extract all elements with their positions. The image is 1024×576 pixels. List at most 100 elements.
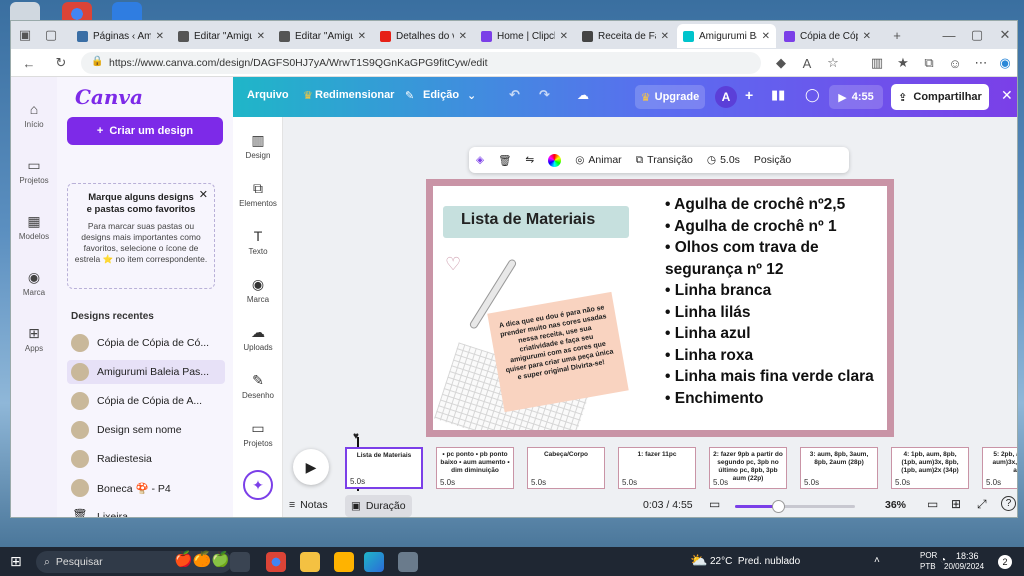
store-icon[interactable] (334, 552, 354, 572)
notification-badge[interactable]: 2 (998, 555, 1012, 569)
timeline-play-button[interactable]: ▶ (293, 449, 329, 485)
recent-design-item[interactable]: Radiestesia (67, 447, 225, 471)
magic-assistant-icon[interactable]: ✦ (243, 470, 273, 500)
flip-icon[interactable]: ⇋ (518, 154, 541, 166)
tab-close-icon[interactable]: ✕ (358, 31, 366, 42)
tool-projects[interactable]: ▭ Projetos (233, 421, 283, 448)
tab-close-icon[interactable]: ✕ (257, 31, 265, 42)
window-menu-icon[interactable]: ▣ (15, 25, 35, 45)
clock-date[interactable]: 20/09/2024 (944, 562, 984, 571)
share-button[interactable]: ⇪ Compartilhar (891, 84, 989, 110)
edge-icon[interactable] (364, 552, 384, 572)
browser-tab[interactable]: Amigurumi Balei ✕ (677, 24, 776, 48)
page-thumbnail[interactable]: 3: aum, 8pb, 3aum, 8pb, 2aum (28p) 5.0s (800, 447, 878, 489)
page-thumbnail[interactable]: Lista de Materiais 5.0s (345, 447, 423, 489)
tab-actions-icon[interactable]: ▢ (41, 25, 61, 45)
lang-top[interactable]: POR (920, 551, 937, 560)
position-button[interactable]: Posição (747, 154, 798, 166)
upgrade-button[interactable]: ♛ Upgrade (635, 85, 705, 109)
comment-icon[interactable]: ◯ (805, 87, 820, 103)
animate-button[interactable]: ◎ Animar (568, 154, 628, 166)
transition-button[interactable]: ⧉ Transição (629, 154, 700, 167)
extension-icon[interactable]: ◆ (771, 53, 791, 73)
recent-design-item[interactable]: Boneca 🍄 - P4 (67, 476, 225, 500)
redo-icon[interactable]: ↷ (539, 87, 550, 103)
lang-bottom[interactable]: PTB (920, 562, 936, 571)
duration-toggle[interactable]: ▣ Duração (345, 495, 412, 517)
rail-item[interactable]: ▦ Modelos (11, 213, 57, 241)
help-icon[interactable]: ? (1001, 496, 1016, 511)
browser-tab[interactable]: Receita de Fantas ✕ (576, 24, 675, 48)
recent-design-item[interactable]: Amigurumi Baleia Pas... (67, 360, 225, 384)
cloud-save-icon[interactable]: ☁ (577, 88, 589, 102)
slide-canvas[interactable]: Lista de Materiais ♡ A dica que eu dou é… (426, 179, 894, 437)
rail-item[interactable]: ▭ Projetos (11, 157, 57, 185)
close-tip-icon[interactable]: ✕ (199, 188, 208, 201)
duration-button[interactable]: ◷ 5.0s (700, 154, 747, 166)
file-menu[interactable]: Arquivo (247, 89, 289, 101)
tool-uploads[interactable]: ☁ Uploads (233, 325, 283, 352)
create-design-button[interactable]: + Criar um design (67, 117, 223, 145)
zoom-knob[interactable] (772, 500, 786, 513)
tool-text[interactable]: T Texto (233, 229, 283, 256)
tab-close-icon[interactable]: ✕ (762, 31, 770, 42)
tip-note[interactable]: A dica que eu dou é para não se prender … (487, 291, 629, 413)
fullscreen-icon[interactable]: ⤢ (977, 497, 987, 512)
page-thumbnail[interactable]: 4: 1pb, aum, 8pb, (1pb, aum)3x, 8pb, (1p… (891, 447, 969, 489)
more-icon[interactable]: ⋯ (971, 53, 991, 73)
trash-item[interactable]: 🗑 Lixeira (67, 505, 225, 517)
color-wheel-icon[interactable] (541, 153, 568, 167)
favorite-star-icon[interactable]: ☆ (823, 53, 843, 73)
close-editor-icon[interactable]: ✕ (1001, 87, 1013, 104)
browser-tab[interactable]: Editar "Amigurumi ✕ (273, 24, 372, 48)
page-thumbnail[interactable]: Cabeça/Corpo 5.0s (527, 447, 605, 489)
rail-item[interactable]: ⌂ Início (11, 101, 57, 129)
pages-icon[interactable]: ▭ (927, 497, 938, 511)
page-thumbnail[interactable]: 2: fazer 9pb a partir do segundo pc, 3pb… (709, 447, 787, 489)
slide-title[interactable]: Lista de Materiais (461, 211, 595, 229)
read-aloud-icon[interactable]: A (797, 53, 817, 73)
add-collaborator-icon[interactable]: + (745, 87, 753, 103)
minimize-icon[interactable]: — (939, 25, 959, 45)
start-icon[interactable]: ⊞ (10, 553, 22, 570)
browser-tab[interactable]: Cópia de Cópia d ✕ (778, 24, 877, 48)
recent-design-item[interactable]: Cópia de Cópia de Có... (67, 331, 225, 355)
user-avatar[interactable]: A (715, 86, 737, 108)
collections-icon[interactable]: ⧉ (919, 53, 939, 73)
task-view-icon[interactable] (230, 552, 250, 572)
page-view-icon[interactable]: ▭ (709, 497, 720, 511)
new-tab-icon[interactable]: + (887, 25, 907, 45)
undo-icon[interactable]: ↶ (509, 87, 520, 103)
canva-logo[interactable]: Canva (75, 85, 143, 109)
url-input[interactable]: 🔒 https://www.canva.com/design/DAGFS0HJ7… (81, 52, 761, 74)
zoom-slider[interactable] (735, 500, 855, 513)
tray-chevron-icon[interactable]: ˄ (874, 555, 880, 566)
favorites-icon[interactable]: ★ (893, 53, 913, 73)
rail-item[interactable]: ⊞ Apps (11, 325, 57, 353)
recent-design-item[interactable]: Design sem nome (67, 418, 225, 442)
weather-text[interactable]: 22°C Pred. nublado (710, 556, 800, 567)
browser-tab[interactable]: Páginas ‹ Amigur ✕ (71, 24, 170, 48)
recent-design-item[interactable]: Cópia de Cópia de A... (67, 389, 225, 413)
insights-icon[interactable]: ▮▮ (771, 87, 785, 103)
tab-close-icon[interactable]: ✕ (459, 31, 467, 42)
browser-tab[interactable]: Detalhes do víde ✕ (374, 24, 473, 48)
notes-button[interactable]: ≡ Notas (289, 499, 328, 511)
back-icon[interactable]: ← (19, 53, 39, 73)
page-thumbnail[interactable]: • pc ponto • pb ponto baixo • aum aument… (436, 447, 514, 489)
clock-time[interactable]: 18:36 (956, 551, 979, 561)
tab-close-icon[interactable]: ✕ (661, 31, 669, 42)
grid-view-icon[interactable]: ⊞ (951, 497, 961, 511)
close-window-icon[interactable]: ✕ (995, 25, 1015, 45)
tab-close-icon[interactable]: ✕ (156, 31, 164, 42)
refresh-icon[interactable]: ↻ (51, 53, 71, 73)
tab-close-icon[interactable]: ✕ (560, 31, 568, 42)
page-thumbnail[interactable]: 5: 2pb, aum, (2pb, aum)3x, 8pb, (2pb, au… (982, 447, 1017, 489)
materials-list[interactable]: • Agulha de crochê nº2,5 • Agulha de croc… (665, 194, 880, 409)
paint-icon[interactable] (398, 552, 418, 572)
ai-edit-icon[interactable]: ◈ (469, 154, 491, 166)
tab-close-icon[interactable]: ✕ (863, 31, 871, 42)
zoom-value[interactable]: 36% (885, 499, 906, 511)
edit-mode-button[interactable]: Edição (423, 89, 459, 101)
split-screen-icon[interactable]: ▥ (867, 53, 887, 73)
